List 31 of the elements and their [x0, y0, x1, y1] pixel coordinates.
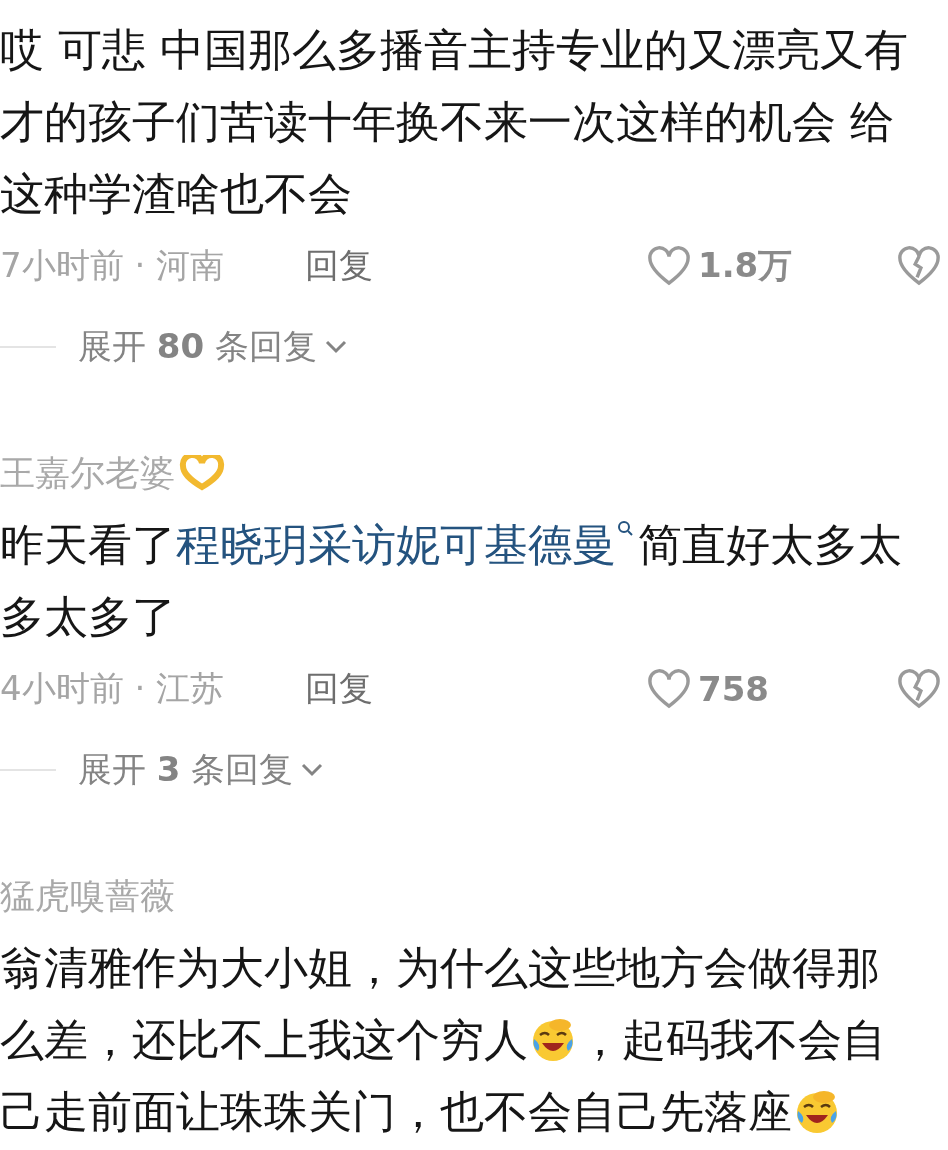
- username[interactable]: 猛虎嗅蔷薇: [0, 872, 175, 920]
- comment-text: 己走前面让珠珠关门，也不会自己先落座: [0, 1085, 792, 1139]
- reply-button[interactable]: 回复: [305, 666, 373, 712]
- comment-text: 才的孩子们苦读十年换不来一次这样的机会 给: [0, 95, 894, 149]
- laughing-crying-face-icon: [530, 1017, 576, 1063]
- heart-icon: [646, 245, 692, 287]
- expand-replies-button[interactable]: 展开 80 条回复: [78, 324, 347, 370]
- dislike-button[interactable]: [896, 245, 942, 287]
- dislike-button[interactable]: [896, 668, 942, 710]
- comment-text: 昨天看了: [0, 518, 176, 572]
- search-link[interactable]: 程晓玥采访妮可基德曼: [176, 509, 616, 581]
- chevron-down-icon: [324, 340, 347, 354]
- heart-icon: [646, 668, 692, 710]
- broken-heart-icon: [896, 245, 942, 287]
- reply-button[interactable]: 回复: [305, 243, 373, 289]
- comment-text: 翁清雅作为大小姐，为什么这些地方会做得那: [0, 941, 880, 995]
- comment-text: 么差，还比不上我这个穷人: [0, 1013, 528, 1067]
- chevron-down-icon: [301, 763, 324, 777]
- comment-text: 多太多了: [0, 590, 176, 644]
- username[interactable]: 王嘉尔老婆: [0, 449, 175, 497]
- comment-meta: 7小时前 · 河南: [0, 244, 226, 287]
- like-button[interactable]: 758: [646, 668, 846, 710]
- comment-text: 这种学渣啥也不会: [0, 167, 352, 221]
- comment-text: ，起码我不会自: [578, 1013, 886, 1067]
- laughing-crying-face-icon: [794, 1089, 840, 1135]
- like-button[interactable]: 1.8万: [646, 243, 846, 289]
- comment-text: 简直好太多太: [638, 518, 902, 572]
- broken-heart-icon: [896, 668, 942, 710]
- comment-meta: 4小时前 · 江苏: [0, 667, 226, 710]
- expand-replies-button[interactable]: 展开 3 条回复: [78, 747, 324, 793]
- comment-text: 哎 可悲 中国那么多播音主持专业的又漂亮又有: [0, 23, 908, 77]
